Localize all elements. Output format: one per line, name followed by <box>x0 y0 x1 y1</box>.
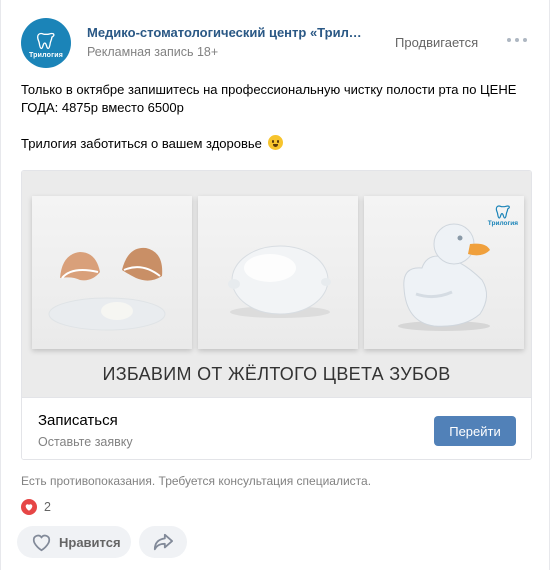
brand-logo-text: Трилогия <box>487 220 518 227</box>
post-meta: Рекламная запись 18+ <box>87 45 218 59</box>
card-title[interactable]: Записаться <box>38 412 118 429</box>
age-rating: 18+ <box>196 45 219 59</box>
like-label: Нравится <box>59 534 121 550</box>
banner-title: ИЗБАВИМ ОТ ЖЁЛТОГО ЦВЕТА ЗУБОВ <box>102 364 451 384</box>
avatar-brand-text: Трилогия <box>28 51 64 59</box>
post-actions: Нравится <box>17 526 187 558</box>
avatar[interactable]: Трилогия <box>21 18 71 68</box>
go-button[interactable]: Перейти <box>434 416 516 446</box>
share-button[interactable] <box>139 526 187 558</box>
tooth-logo-icon <box>36 32 55 49</box>
card-footer: Записаться Оставьте заявку Перейти <box>22 397 531 459</box>
post-header: Трилогия Медико-стоматологический центр … <box>21 16 529 68</box>
disclaimer: Есть противопоказания. Требуется консуль… <box>21 474 372 488</box>
reactions-summary[interactable]: 2 <box>21 499 51 515</box>
post-text-content: Трилогия заботиться о вашем здоровье <box>21 136 262 151</box>
tooth-logo-icon <box>495 205 510 219</box>
like-icon <box>32 534 51 551</box>
rubber-duck-image: Трилогия <box>364 196 524 349</box>
eggshell-image <box>32 196 192 349</box>
share-icon <box>153 533 173 551</box>
post-text-line: Трилогия заботиться о вашем здоровье <box>21 135 531 153</box>
lemon-image <box>198 196 358 349</box>
brand-logo: Трилогия <box>488 204 518 227</box>
post-text: Только в октябре запишитесь на профессио… <box>21 81 531 153</box>
heart-icon <box>21 499 37 515</box>
more-icon[interactable] <box>507 34 527 46</box>
reaction-count: 2 <box>44 500 51 514</box>
ad-banner-image[interactable]: Трилогия ИЗБАВИМ ОТ ЖЁЛТОГО ЦВЕТА ЗУБОВ <box>22 171 531 397</box>
smile-emoji-icon <box>267 135 283 150</box>
like-button[interactable]: Нравится <box>17 526 131 558</box>
ad-post: Трилогия Медико-стоматологический центр … <box>0 0 550 570</box>
ad-card[interactable]: Трилогия ИЗБАВИМ ОТ ЖЁЛТОГО ЦВЕТА ЗУБОВ … <box>21 170 532 460</box>
post-text-line: Только в октябре запишитесь на профессио… <box>21 82 517 115</box>
author-name[interactable]: Медико-стоматологический центр «Трилогия… <box>87 25 367 40</box>
ad-label: Рекламная запись <box>87 45 194 59</box>
card-subtitle: Оставьте заявку <box>38 435 133 449</box>
promoted-label: Продвигается <box>395 35 479 50</box>
